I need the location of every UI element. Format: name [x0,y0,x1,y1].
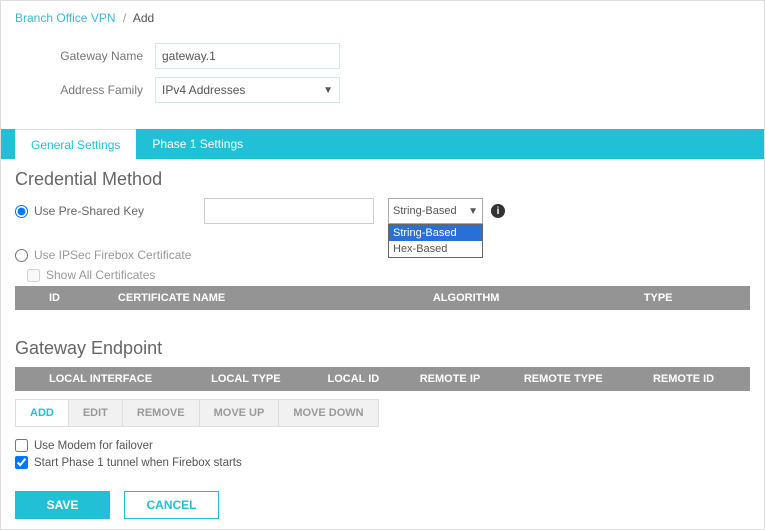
ep-col-local-id: LOCAL ID [319,367,411,391]
ep-col-select [15,367,41,391]
tab-phase1-settings[interactable]: Phase 1 Settings [136,129,259,159]
gateway-endpoint-heading: Gateway Endpoint [15,338,750,359]
chevron-down-icon: ▼ [323,85,333,96]
breadcrumb: Branch Office VPN / Add [1,1,764,29]
use-cert-radio[interactable] [15,249,28,262]
breadcrumb-current: Add [133,11,154,25]
use-modem-checkbox[interactable] [15,439,28,452]
ep-col-remote-ip: REMOTE IP [412,367,516,391]
tab-bar: General Settings Phase 1 Settings [1,129,764,159]
use-modem-label: Use Modem for failover [34,440,153,452]
psk-type-dropdown: String-Based Hex-Based [388,224,483,258]
psk-type-value: String-Based [393,205,457,217]
address-family-select[interactable]: IPv4 Addresses ▼ [155,77,340,103]
psk-option-hex[interactable]: Hex-Based [389,241,482,257]
info-icon[interactable]: i [491,204,505,218]
show-all-certs-checkbox[interactable] [27,269,40,282]
psk-input[interactable] [204,198,374,224]
credential-method-heading: Credential Method [15,169,750,190]
address-family-value: IPv4 Addresses [162,83,245,97]
psk-type-select[interactable]: String-Based ▼ [388,198,483,224]
move-up-button[interactable]: MOVE UP [200,400,280,426]
endpoints-table: LOCAL INTERFACE LOCAL TYPE LOCAL ID REMO… [15,367,750,391]
move-down-button[interactable]: MOVE DOWN [279,400,377,426]
ep-col-remote-type: REMOTE TYPE [516,367,645,391]
start-phase1-label: Start Phase 1 tunnel when Firebox starts [34,457,242,469]
ep-col-local-type: LOCAL TYPE [203,367,319,391]
gateway-name-input[interactable] [155,43,340,69]
save-button[interactable]: SAVE [15,491,110,519]
add-button[interactable]: ADD [16,400,69,426]
breadcrumb-separator: / [123,11,126,25]
gateway-name-label: Gateway Name [15,49,155,63]
endpoint-toolbar: ADD EDIT REMOVE MOVE UP MOVE DOWN [15,399,379,427]
ep-col-local-interface: LOCAL INTERFACE [41,367,203,391]
chevron-down-icon: ▼ [468,206,478,217]
show-all-certs-label: Show All Certificates [46,268,155,282]
breadcrumb-parent-link[interactable]: Branch Office VPN [15,11,116,25]
use-psk-radio[interactable] [15,205,28,218]
start-phase1-checkbox[interactable] [15,456,28,469]
certificates-table: ID CERTIFICATE NAME ALGORITHM TYPE [15,286,750,310]
use-cert-label: Use IPSec Firebox Certificate [34,248,191,262]
cert-col-name: CERTIFICATE NAME [110,286,425,310]
cert-col-type: TYPE [636,286,750,310]
address-family-label: Address Family [15,83,155,97]
remove-button[interactable]: REMOVE [123,400,200,426]
ep-col-remote-id: REMOTE ID [645,367,750,391]
cert-col-id: ID [41,286,110,310]
cancel-button[interactable]: CANCEL [124,491,219,519]
use-psk-label: Use Pre-Shared Key [34,204,204,218]
tab-general-settings[interactable]: General Settings [15,129,136,159]
edit-button[interactable]: EDIT [69,400,123,426]
cert-col-algorithm: ALGORITHM [425,286,636,310]
psk-option-string[interactable]: String-Based [389,225,482,241]
cert-col-select [15,286,41,310]
